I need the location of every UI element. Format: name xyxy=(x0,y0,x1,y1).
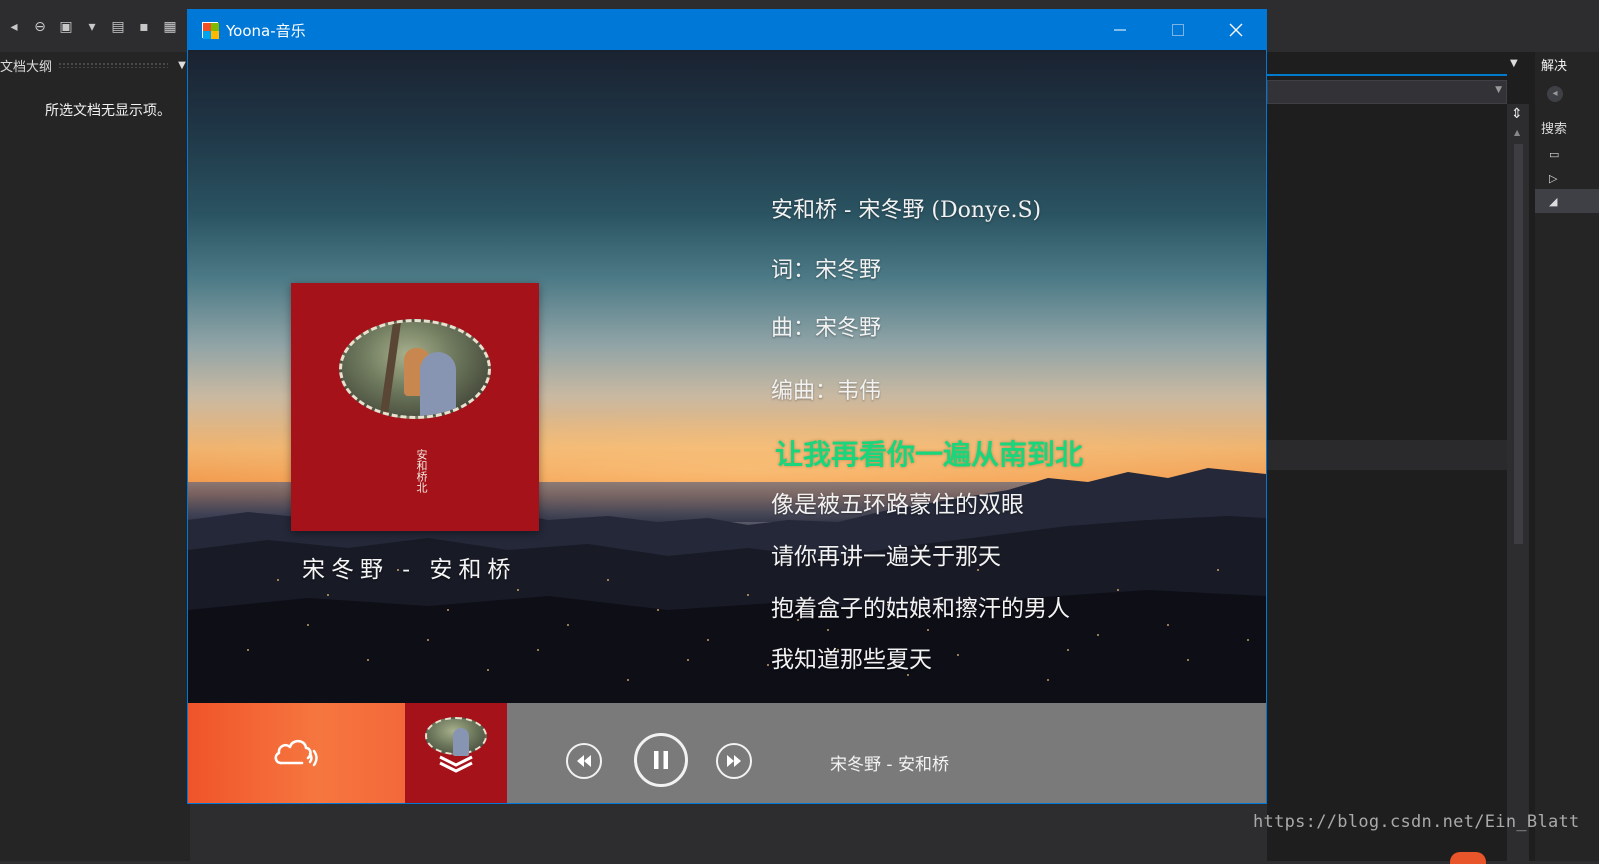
lyric-line: 像是被五环路蒙住的双眼 xyxy=(771,492,1024,518)
active-tab-indicator xyxy=(1267,74,1507,76)
chevron-down-icon[interactable]: ▼ xyxy=(1510,58,1518,69)
brand-tile[interactable] xyxy=(188,703,405,803)
fast-forward-icon xyxy=(727,755,741,767)
lyric-line: 曲：宋冬野 xyxy=(771,316,882,341)
chevron-down-icon xyxy=(439,755,473,773)
editor-scrollbar[interactable]: ⇕ ▲ xyxy=(1507,104,1529,861)
sync-view-icon[interactable]: ▭ xyxy=(1549,148,1559,161)
back-icon[interactable]: ◂ xyxy=(1547,86,1563,102)
player-bar: 宋冬野 - 安和桥 xyxy=(188,703,1266,803)
maximize-button[interactable] xyxy=(1150,10,1206,50)
album-cover-title: 安和桥北 xyxy=(415,449,428,493)
minimize-button[interactable] xyxy=(1092,10,1148,50)
lyric-line: 安和桥 - 宋冬野 (Donye.S) xyxy=(771,198,1042,223)
lyric-line: 抱着盒子的姑娘和擦汗的男人 xyxy=(771,596,1070,622)
close-icon xyxy=(1229,23,1243,37)
ide-toolbar: ◂ ⊖ ▣ ▾ ▤ ▪ ▦ xyxy=(0,10,190,44)
music-app-window: Yoona-音乐 安和桥北 宋冬野 - 安和桥 安和桥 - 宋冬野 (Donye… xyxy=(187,9,1267,804)
open-file-icon[interactable]: ▤ xyxy=(108,17,128,37)
lyric-line: 编曲：韦伟 xyxy=(771,379,882,404)
next-button[interactable] xyxy=(716,743,752,779)
new-project-icon[interactable]: ▣ xyxy=(56,17,76,37)
active-lyric-line: 让我再看你一遍从南到北 xyxy=(775,438,1084,471)
lyric-line: 请你再讲一遍关于那天 xyxy=(771,544,1001,570)
lyrics-panel: 安和桥 - 宋冬野 (Donye.S) 词：宋冬野 曲：宋冬野 编曲：韦伟 让我… xyxy=(771,50,1251,703)
save-icon[interactable]: ▪ xyxy=(134,17,154,37)
outline-panel-title: 文档大纲 xyxy=(0,59,53,75)
background-scene: 安和桥北 宋冬野 - 安和桥 安和桥 - 宋冬野 (Donye.S) 词：宋冬野… xyxy=(188,50,1266,703)
editor-highlight-line xyxy=(1267,440,1507,470)
corner-badge xyxy=(1450,852,1486,864)
app-window-icon xyxy=(202,22,219,39)
lyric-line: 我知道那些夏天 xyxy=(771,647,932,673)
document-outline-panel: 文档大纲 ▼ 所选文档无显示项。 xyxy=(0,52,190,861)
split-editor-icon[interactable]: ⇕ xyxy=(1511,106,1523,122)
panel-grip[interactable] xyxy=(58,62,168,68)
back-icon[interactable]: ◂ xyxy=(4,17,24,37)
solution-search-label[interactable]: 搜索 xyxy=(1541,118,1567,137)
close-button[interactable] xyxy=(1208,10,1264,50)
now-playing-thumbnail[interactable] xyxy=(405,703,507,803)
previous-button[interactable] xyxy=(566,743,602,779)
minimize-icon xyxy=(1114,29,1126,31)
ide-menubar xyxy=(0,0,1599,8)
forward-circle-icon[interactable]: ⊖ xyxy=(30,17,50,37)
solution-explorer-panel: 解决 ◂ 搜索 ▭ ▷ ◢ xyxy=(1535,52,1599,861)
watermark-url: https://blog.csdn.net/Ein_Blatt xyxy=(1253,812,1580,832)
pause-icon xyxy=(654,751,668,769)
window-title: Yoona-音乐 xyxy=(226,21,306,40)
outline-empty-message: 所选文档无显示项。 xyxy=(45,103,171,119)
dropdown-arrow-icon[interactable]: ▾ xyxy=(82,17,102,37)
save-all-icon[interactable]: ▦ xyxy=(160,17,180,37)
scroll-up-icon[interactable]: ▲ xyxy=(1514,128,1520,137)
lyric-line: 词：宋冬野 xyxy=(771,258,882,283)
album-cover[interactable]: 安和桥北 xyxy=(291,283,539,531)
member-dropdown[interactable]: ▼ xyxy=(1267,80,1507,104)
now-playing-label: 宋冬野 - 安和桥 xyxy=(830,755,949,775)
album-caption: 宋冬野 - 安和桥 xyxy=(302,557,517,583)
expand-arrow-icon[interactable]: ▷ xyxy=(1549,172,1557,185)
album-photo xyxy=(339,319,491,419)
chevron-down-icon: ▼ xyxy=(1495,85,1502,95)
collapse-arrow-icon[interactable]: ◢ xyxy=(1549,195,1557,208)
outline-panel-header: 文档大纲 ▼ xyxy=(0,52,190,78)
solution-panel-title: 解决 xyxy=(1541,59,1568,74)
play-pause-button[interactable] xyxy=(634,733,688,787)
maximize-icon xyxy=(1172,24,1184,36)
window-titlebar[interactable]: Yoona-音乐 xyxy=(188,10,1266,50)
cloud-sound-icon xyxy=(274,739,318,767)
selected-tree-item[interactable] xyxy=(1535,189,1599,213)
scrollbar-thumb[interactable] xyxy=(1514,144,1523,544)
rewind-icon xyxy=(577,755,591,767)
